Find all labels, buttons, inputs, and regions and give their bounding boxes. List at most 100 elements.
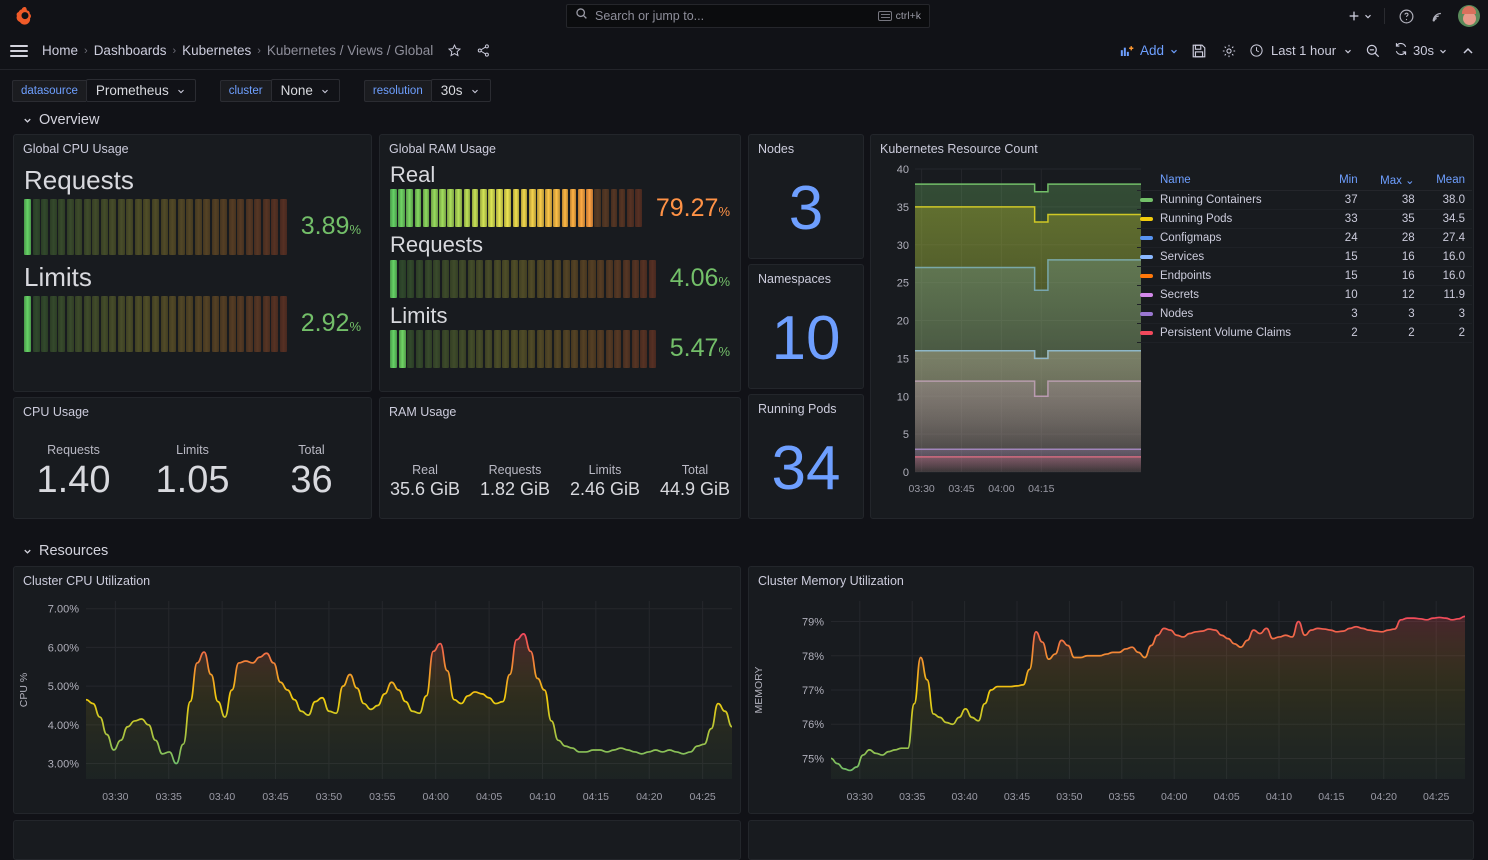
legend-row[interactable]: Configmaps 24 28 27.4 bbox=[1137, 228, 1472, 248]
stat-cell: Total 36 bbox=[252, 443, 371, 502]
bar-gauge-requests[interactable] bbox=[390, 259, 656, 298]
collapse-toolbar-button[interactable] bbox=[1458, 41, 1478, 61]
add-panel-button[interactable]: Add bbox=[1120, 43, 1179, 58]
legend-series-name[interactable]: Secrets bbox=[1137, 285, 1327, 305]
hamburger-menu-icon[interactable] bbox=[10, 44, 28, 57]
bar-gauge-limits[interactable] bbox=[24, 295, 287, 352]
user-avatar[interactable] bbox=[1458, 5, 1480, 27]
gauge-segment bbox=[648, 259, 656, 298]
chevron-down-icon bbox=[1365, 14, 1371, 19]
save-disk-icon[interactable] bbox=[1189, 41, 1209, 61]
variable-datasource-value[interactable]: Prometheus bbox=[85, 79, 196, 102]
star-outline-icon[interactable] bbox=[447, 43, 462, 58]
legend-series-name[interactable]: Services bbox=[1137, 247, 1327, 267]
legend-header-mean[interactable]: Mean bbox=[1421, 170, 1472, 191]
gauge-segment bbox=[597, 259, 605, 298]
legend-color-swatch bbox=[1140, 217, 1153, 221]
legend-row[interactable]: Persistent Volume Claims 2 2 2 bbox=[1137, 323, 1472, 343]
stat-label: Real bbox=[412, 463, 438, 477]
bar-gauge-requests[interactable] bbox=[24, 198, 287, 255]
section-header-resources[interactable]: Resources bbox=[0, 539, 1488, 564]
legend-header-name[interactable]: Name bbox=[1137, 170, 1327, 191]
legend-row[interactable]: Nodes 3 3 3 bbox=[1137, 304, 1472, 324]
gauge-segment bbox=[588, 329, 596, 368]
variable-resolution: resolution bbox=[363, 79, 431, 102]
legend-row[interactable]: Services 15 16 16.0 bbox=[1137, 247, 1472, 267]
legend-series-name[interactable]: Configmaps bbox=[1137, 228, 1327, 248]
panel-ram-usage: RAM Usage Real 35.6 GiB Requests 1.82 GiB Li… bbox=[379, 397, 741, 519]
bar-gauge-real[interactable] bbox=[390, 189, 642, 228]
legend-series-name[interactable]: Persistent Volume Claims bbox=[1137, 323, 1327, 343]
legend-series-name[interactable]: Endpoints bbox=[1137, 266, 1327, 286]
bar-gauge-limits[interactable] bbox=[390, 329, 656, 368]
legend-row[interactable]: Secrets 10 12 11.9 bbox=[1137, 285, 1472, 305]
panel-namespaces: Namespaces 10 bbox=[748, 264, 864, 389]
gauge-segment bbox=[545, 259, 553, 298]
svg-text:04:15: 04:15 bbox=[583, 791, 609, 803]
legend-row[interactable]: Running Pods 33 35 34.5 bbox=[1137, 209, 1472, 229]
breadcrumb-item-kubernetes[interactable]: Kubernetes bbox=[182, 43, 251, 58]
legend-value: 12 bbox=[1364, 285, 1422, 305]
legend-series-name[interactable]: Running Containers bbox=[1137, 190, 1327, 210]
gear-icon[interactable] bbox=[1219, 41, 1239, 61]
legend-row[interactable]: Running Containers 37 38 38.0 bbox=[1137, 190, 1472, 210]
svg-text:5.00%: 5.00% bbox=[48, 681, 79, 693]
help-circle-icon[interactable] bbox=[1396, 6, 1416, 26]
refresh-icon[interactable] bbox=[1393, 41, 1409, 60]
cluster-cpu-graph[interactable]: 3.00% 4.00% 5.00% 6.00% 7.00% 03:30 03:35 03:40… bbox=[14, 589, 740, 813]
legend-header-max[interactable]: Max ⌄ bbox=[1364, 170, 1422, 191]
zoom-out-icon[interactable] bbox=[1363, 41, 1383, 61]
variable-cluster-value[interactable]: None bbox=[270, 79, 340, 102]
svg-text:78%: 78% bbox=[802, 651, 824, 663]
svg-text:04:10: 04:10 bbox=[529, 791, 555, 803]
grafana-logo-icon[interactable] bbox=[14, 5, 36, 27]
gauge-segment bbox=[424, 329, 432, 368]
share-nodes-icon[interactable] bbox=[476, 43, 491, 58]
legend-value: 2 bbox=[1326, 323, 1365, 343]
gauge-segment bbox=[75, 295, 83, 352]
section-header-overview[interactable]: Overview bbox=[0, 108, 1488, 133]
panel-cluster-cpu-utilization: Cluster CPU Utilization 3.00% 4.00% 5.00% 6… bbox=[13, 566, 741, 814]
legend-series-name[interactable]: Running Pods bbox=[1137, 209, 1327, 229]
gauge-value-limits: 2.92% bbox=[300, 309, 361, 338]
legend-value: 3 bbox=[1364, 304, 1422, 324]
panel-title: Nodes bbox=[758, 142, 795, 156]
legend-color-swatch bbox=[1140, 236, 1153, 240]
create-new-button[interactable] bbox=[1347, 9, 1373, 23]
rss-feed-icon[interactable] bbox=[1427, 6, 1447, 26]
cpu-usage-stat-row: Requests 1.40 Limits 1.05 Total 36 bbox=[14, 443, 371, 502]
gauge-segment bbox=[211, 198, 219, 255]
cluster-memory-graph[interactable]: 75% 76% 77% 78% 79% 03:30 03:35 03:40 03:45 03:50… bbox=[749, 589, 1473, 813]
time-range-picker[interactable]: Last 1 hour bbox=[1249, 43, 1353, 58]
svg-text:25: 25 bbox=[897, 278, 909, 290]
gauge-segment bbox=[254, 295, 262, 352]
gauge-segment bbox=[126, 198, 134, 255]
gauge-segment bbox=[459, 329, 467, 368]
gauge-segment bbox=[279, 198, 287, 255]
legend-series-name[interactable]: Nodes bbox=[1137, 304, 1327, 324]
refresh-control[interactable]: 30s bbox=[1393, 41, 1448, 60]
svg-text:04:10: 04:10 bbox=[1266, 791, 1292, 803]
svg-text:75%: 75% bbox=[802, 753, 824, 765]
gauge-label-real: Real bbox=[390, 162, 436, 187]
legend-header-min[interactable]: Min bbox=[1326, 170, 1365, 191]
stat-value: 1.40 bbox=[36, 459, 111, 501]
gauge-segment bbox=[424, 259, 432, 298]
breadcrumb-item-dashboards[interactable]: Dashboards bbox=[94, 43, 167, 58]
legend-row[interactable]: Endpoints 15 16 16.0 bbox=[1137, 266, 1472, 286]
search-input[interactable]: Search or jump to... ctrl+k bbox=[566, 4, 930, 28]
gauge-segment bbox=[569, 189, 577, 228]
gauge-segment bbox=[471, 189, 479, 228]
section-title: Overview bbox=[39, 112, 100, 128]
template-variables-row: datasource Prometheus cluster None resol… bbox=[0, 70, 1488, 108]
svg-text:40: 40 bbox=[897, 164, 909, 176]
gauge-segment bbox=[626, 189, 634, 228]
variable-resolution-value[interactable]: 30s bbox=[430, 79, 491, 102]
legend-value: 16 bbox=[1364, 266, 1422, 286]
gauge-segment bbox=[398, 329, 406, 368]
legend-value: 38 bbox=[1364, 190, 1422, 210]
resource-count-graph[interactable]: 0 5 10 15 20 25 30 35 40 03:30 03:45 04:00 04:15 bbox=[875, 159, 1147, 504]
breadcrumb-item-home[interactable]: Home bbox=[42, 43, 78, 58]
gauge-segment bbox=[571, 259, 579, 298]
legend-value: 3 bbox=[1326, 304, 1365, 324]
